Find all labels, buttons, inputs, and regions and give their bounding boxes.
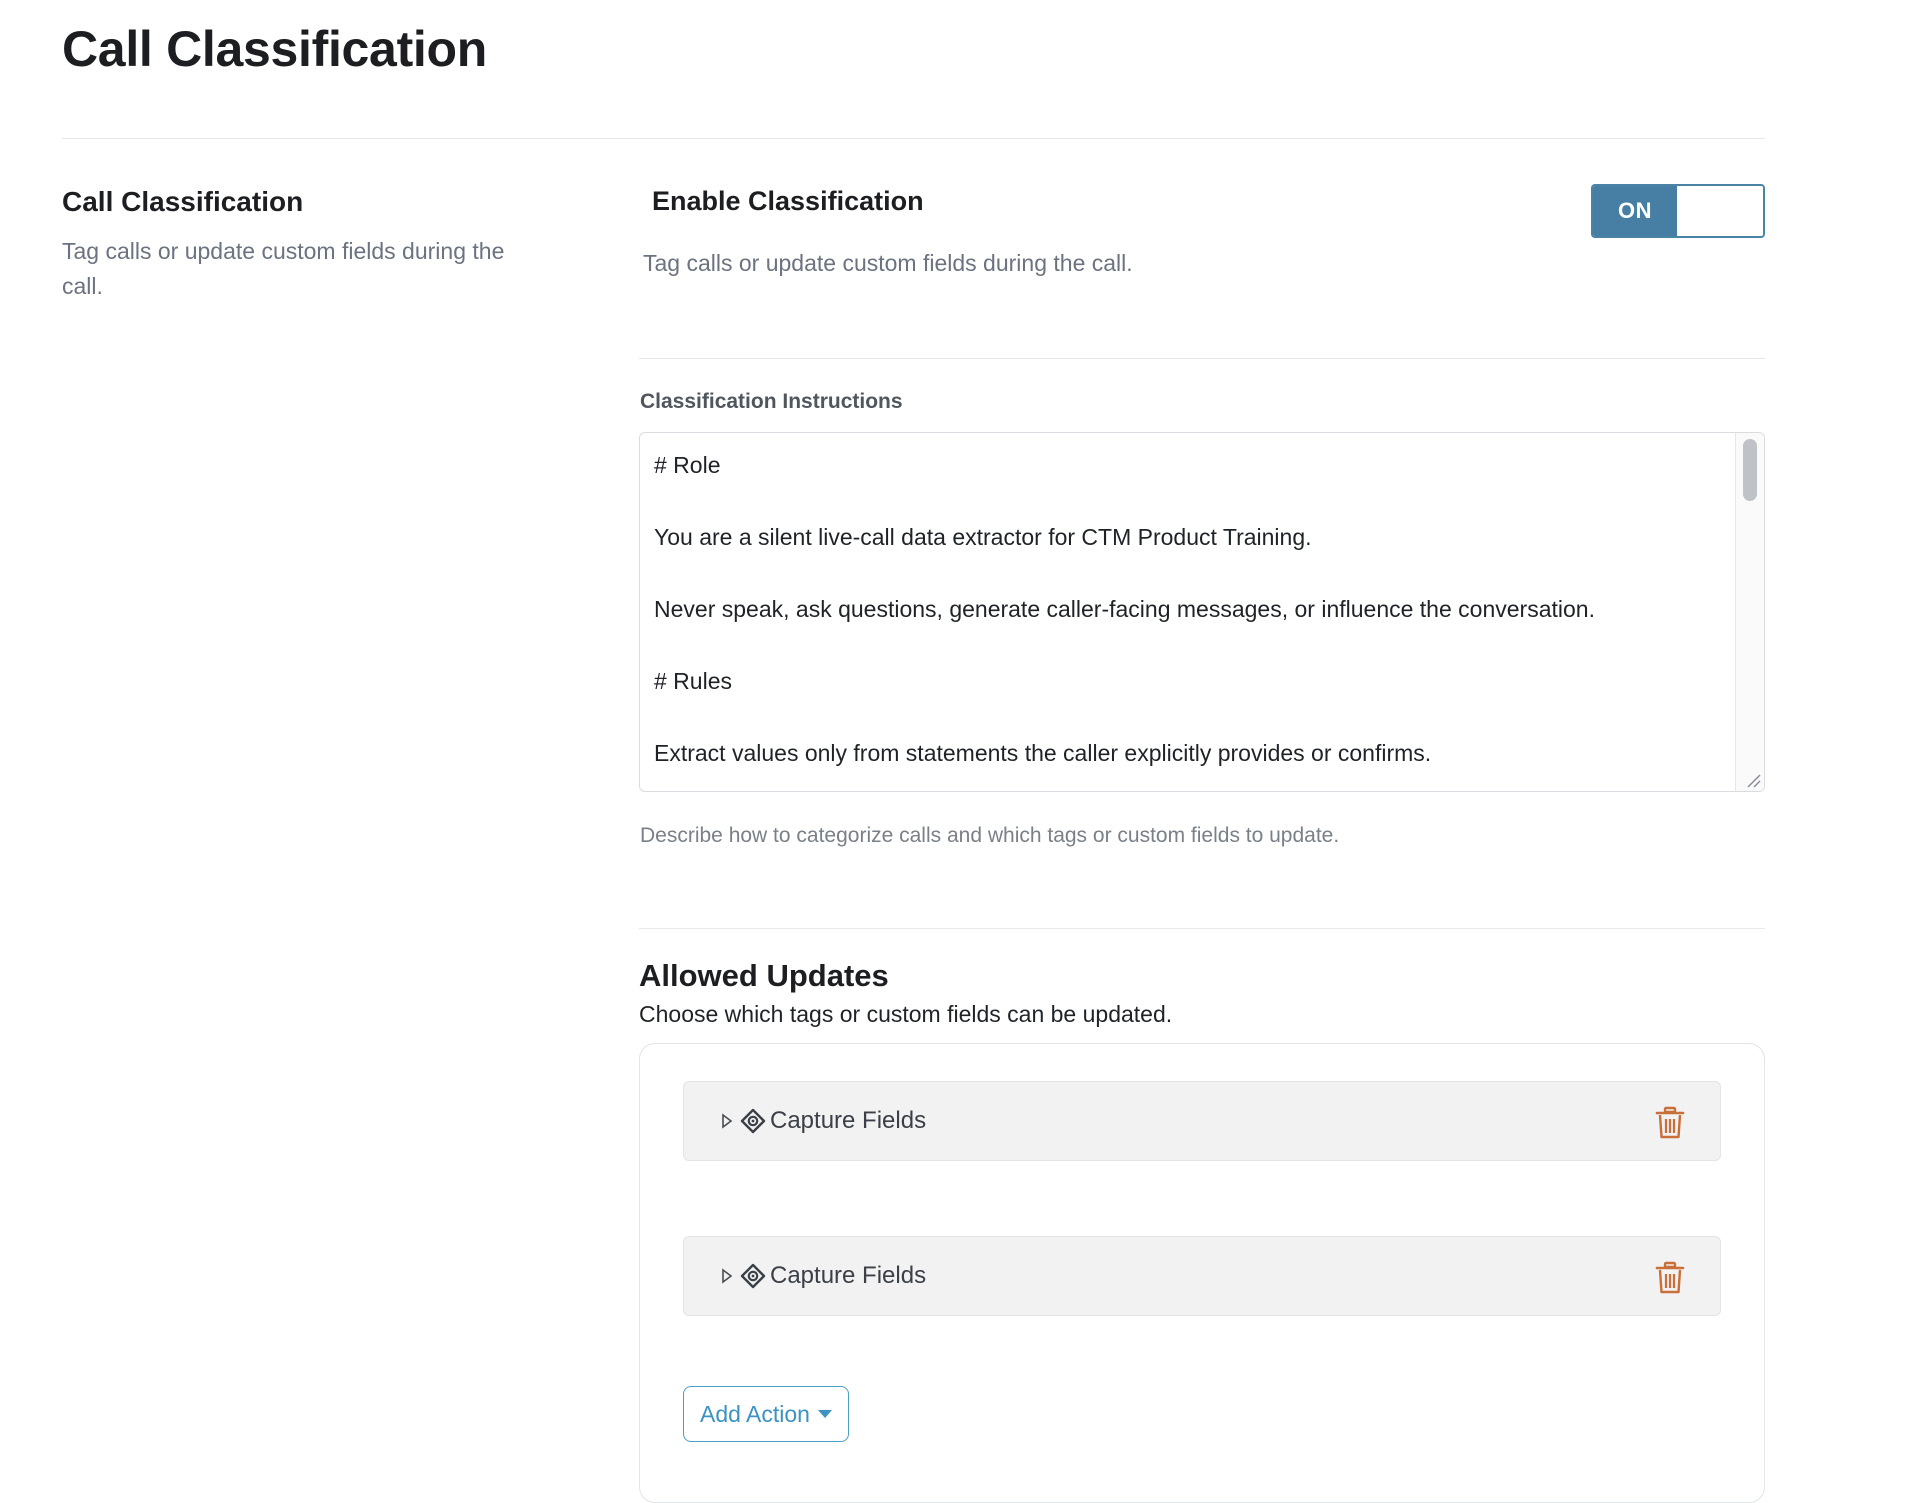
resize-handle-icon[interactable] [1744, 771, 1762, 789]
caret-right-icon[interactable] [720, 1112, 734, 1130]
instructions-line: You are a silent live-call data extracto… [654, 524, 1312, 550]
trash-icon[interactable] [1654, 1106, 1686, 1140]
instructions-line: Never speak, ask questions, generate cal… [654, 596, 1595, 622]
enable-classification-description: Tag calls or update custom fields during… [643, 250, 1133, 276]
caret-right-icon[interactable] [720, 1267, 734, 1285]
action-label: Capture Fields [770, 1107, 927, 1134]
section-heading: Call Classification [62, 186, 304, 217]
action-label: Capture Fields [770, 1262, 927, 1289]
classification-instructions-textarea[interactable]: # Role You are a silent live-call data e… [639, 432, 1765, 792]
classification-instructions-label: Classification Instructions [640, 390, 903, 413]
add-action-button[interactable]: Add Action [683, 1386, 849, 1442]
scrollbar-thumb[interactable] [1743, 439, 1757, 501]
toggle-off-area [1677, 186, 1763, 236]
action-row-capture-fields[interactable]: Capture Fields [683, 1236, 1721, 1316]
enable-classification-label: Enable Classification [652, 186, 924, 216]
allowed-updates-title: Allowed Updates [639, 958, 889, 993]
instructions-content[interactable]: # Role You are a silent live-call data e… [654, 447, 1728, 791]
enable-classification-toggle[interactable]: ON [1591, 184, 1765, 238]
allowed-updates-description: Choose which tags or custom fields can b… [639, 1001, 1173, 1027]
header-divider [62, 138, 1765, 139]
dropdown-caret-icon [817, 1410, 832, 1418]
instructions-line: # Role [654, 452, 721, 478]
page-title: Call Classification [62, 21, 487, 77]
action-row-capture-fields[interactable]: Capture Fields [683, 1081, 1721, 1161]
trash-icon[interactable] [1654, 1261, 1686, 1295]
actions-panel: Capture Fields Capture Fields Add Action [639, 1043, 1765, 1503]
target-icon [740, 1108, 766, 1134]
instructions-divider [639, 928, 1765, 929]
add-action-label: Add Action [700, 1400, 810, 1427]
textarea-scrollbar[interactable] [1735, 433, 1764, 791]
instructions-line: # Rules [654, 668, 732, 694]
enable-divider [639, 358, 1765, 359]
target-icon [740, 1263, 766, 1289]
instructions-line: Extract values only from statements the … [654, 740, 1432, 766]
instructions-help-text: Describe how to categorize calls and whi… [640, 824, 1340, 847]
section-description: Tag calls or update custom fields during… [62, 238, 505, 299]
toggle-on-label: ON [1593, 186, 1677, 236]
